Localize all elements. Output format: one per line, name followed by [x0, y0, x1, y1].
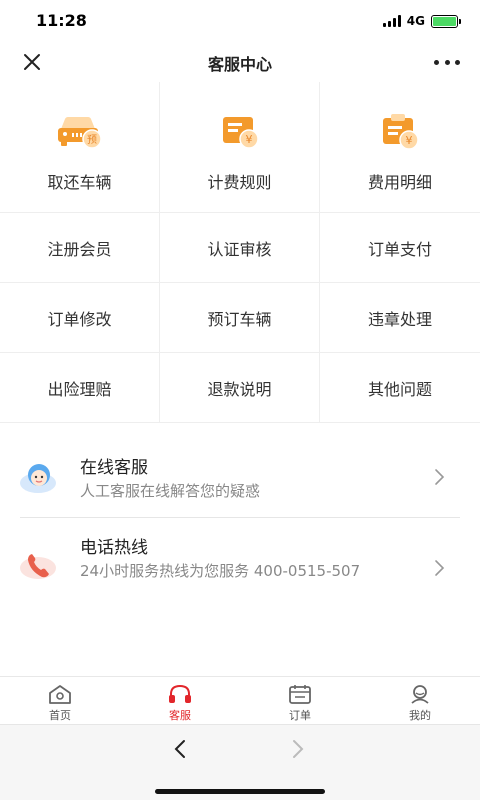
headset-icon — [167, 683, 193, 705]
grid-item-label: 出险理赔 — [47, 379, 112, 399]
bottom-tab-bar: 首页 客服 订单 我的 — [0, 676, 480, 724]
grid-item-verification[interactable]: 认证审核 — [160, 213, 320, 282]
forward-arrow-icon[interactable] — [288, 737, 308, 761]
grid-item-label: 预订车辆 — [207, 309, 272, 329]
grid-item-fee-details[interactable]: ¥ 费用明细 — [320, 82, 480, 212]
service-description: 24小时服务热线为您服务 400-0515-507 — [80, 562, 361, 580]
status-indicators: 4G — [382, 13, 461, 29]
tab-label: 客服 — [169, 709, 191, 722]
grid-row-featured: 预 取还车辆 ¥ 计费规则 ¥ 费用明细 — [0, 82, 480, 213]
tab-mine[interactable]: 我的 — [360, 677, 480, 724]
svg-text:预: 预 — [87, 134, 97, 146]
service-title: 电话热线 — [80, 538, 148, 558]
chevron-right-icon — [434, 559, 446, 577]
clipboard-fee-icon: ¥ — [375, 111, 425, 153]
chevron-right-icon — [434, 468, 446, 486]
svg-text:¥: ¥ — [245, 133, 252, 146]
billing-card-icon: ¥ — [215, 111, 265, 153]
browser-navigation-bar — [0, 724, 480, 800]
grid-item-insurance-claim[interactable]: 出险理赔 — [0, 353, 160, 422]
grid-item-label: 订单支付 — [367, 239, 432, 259]
grid-item-label: 其他问题 — [367, 379, 432, 399]
car-reserve-icon: 预 — [55, 111, 105, 153]
grid-row: 出险理赔 退款说明 其他问题 — [0, 353, 480, 423]
home-icon — [47, 683, 73, 705]
grid-item-label: 取还车辆 — [47, 173, 112, 192]
grid-item-other-questions[interactable]: 其他问题 — [320, 353, 480, 422]
back-arrow-icon[interactable] — [170, 737, 190, 761]
customer-service-avatar-icon — [18, 457, 58, 497]
battery-icon — [431, 14, 461, 28]
grid-item-refund[interactable]: 退款说明 — [160, 353, 320, 422]
grid-item-label: 费用明细 — [367, 173, 432, 192]
nav-bar: 客服中心 — [0, 42, 480, 82]
grid-row: 注册会员 认证审核 订单支付 — [0, 213, 480, 283]
grid-item-pickup-return[interactable]: 预 取还车辆 — [0, 82, 160, 212]
grid-item-order-payment[interactable]: 订单支付 — [320, 213, 480, 282]
service-category-grid: 预 取还车辆 ¥ 计费规则 ¥ 费用明细 注册会员 认证审核 订单支付 订单修改… — [0, 82, 480, 423]
tab-label: 订单 — [289, 709, 311, 722]
signal-icon — [382, 15, 401, 27]
online-service-item[interactable]: 在线客服 人工客服在线解答您的疑惑 — [0, 437, 480, 517]
grid-row: 订单修改 预订车辆 违章处理 — [0, 283, 480, 353]
svg-text:¥: ¥ — [406, 134, 413, 147]
phone-hotline-item[interactable]: 电话热线 24小时服务热线为您服务 400-0515-507 — [0, 517, 480, 613]
grid-item-label: 认证审核 — [207, 239, 272, 259]
tab-orders[interactable]: 订单 — [240, 677, 360, 724]
page-title: 客服中心 — [207, 55, 272, 74]
grid-item-register-member[interactable]: 注册会员 — [0, 213, 160, 282]
network-type: 4G — [406, 14, 425, 28]
grid-item-label: 退款说明 — [207, 379, 272, 399]
contact-service-list: 在线客服 人工客服在线解答您的疑惑 电话热线 24小时服务热线为您服务 400-… — [0, 437, 480, 613]
tab-home[interactable]: 首页 — [0, 677, 120, 724]
service-description: 人工客服在线解答您的疑惑 — [80, 482, 261, 500]
profile-icon — [407, 683, 433, 705]
grid-item-label: 注册会员 — [47, 239, 112, 259]
more-icon[interactable] — [434, 50, 460, 74]
tab-label: 我的 — [409, 709, 431, 722]
grid-item-label: 违章处理 — [367, 309, 432, 329]
grid-item-billing-rules[interactable]: ¥ 计费规则 — [160, 82, 320, 212]
home-indicator — [155, 789, 325, 794]
service-title: 在线客服 — [80, 458, 148, 478]
grid-item-reserve-vehicle[interactable]: 预订车辆 — [160, 283, 320, 352]
tab-label: 首页 — [49, 709, 71, 722]
phone-icon — [18, 545, 58, 585]
status-time: 11:28 — [36, 11, 87, 30]
grid-item-order-modify[interactable]: 订单修改 — [0, 283, 160, 352]
grid-item-violation[interactable]: 违章处理 — [320, 283, 480, 352]
grid-item-label: 订单修改 — [47, 309, 112, 329]
tab-customer-service[interactable]: 客服 — [120, 677, 240, 724]
grid-item-label: 计费规则 — [207, 173, 272, 192]
calendar-order-icon — [287, 683, 313, 705]
status-bar: 11:28 4G — [0, 0, 480, 42]
